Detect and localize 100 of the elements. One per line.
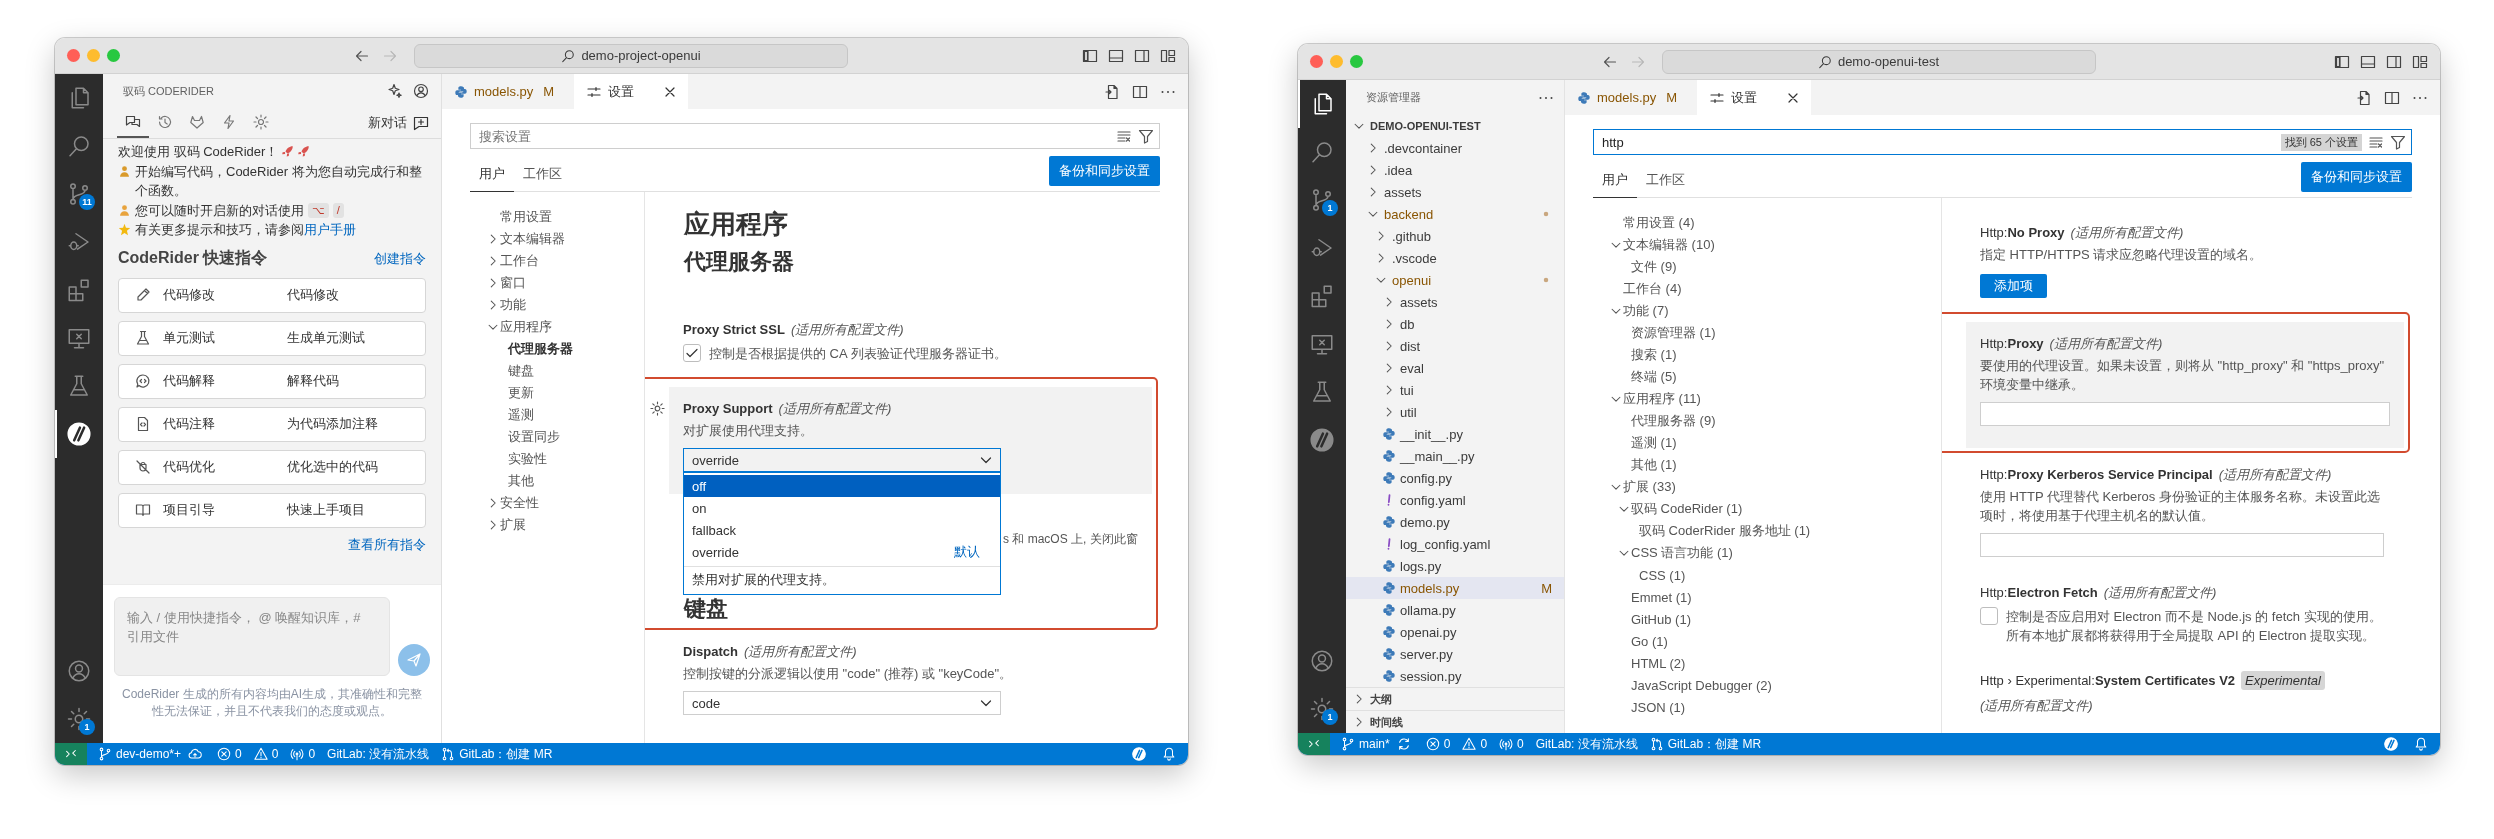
collapsed-section[interactable]: 大纲 xyxy=(1346,687,1564,710)
activity-bar-item[interactable]: 1 xyxy=(1298,176,1346,224)
toc-item[interactable]: JSON (1) xyxy=(1631,699,1686,715)
sparkle-icon[interactable] xyxy=(387,83,403,99)
command-center-search[interactable]: demo-openui-test xyxy=(1661,49,2096,74)
tree-item[interactable]: .idea xyxy=(1384,162,1552,178)
tree-item[interactable]: models.py xyxy=(1400,580,1538,596)
filter-icon[interactable] xyxy=(1138,128,1154,144)
toc-item[interactable]: 驭码 CoderRider 服务地址 (1) xyxy=(1639,522,1811,540)
workspace-folder[interactable]: DEMO-OPENUI-TEST xyxy=(1370,120,1481,132)
tree-item[interactable]: config.yaml xyxy=(1400,492,1552,508)
new-chat-button[interactable]: 新对话 xyxy=(368,114,429,132)
activity-bar-item[interactable]: 11 xyxy=(55,170,103,218)
toggle-secondary-sidebar-icon[interactable] xyxy=(2386,53,2402,70)
command-card[interactable]: 项目引导 快速上手项目 xyxy=(118,492,426,528)
activity-bar-item[interactable]: 1 xyxy=(55,695,103,743)
tree-item[interactable]: db xyxy=(1400,316,1552,332)
tree-item[interactable]: openai.py xyxy=(1400,624,1552,640)
warning-count[interactable]: 0 xyxy=(1457,737,1493,751)
tree-item[interactable]: util xyxy=(1400,404,1552,420)
toc-item[interactable]: 资源管理器 (1) xyxy=(1631,324,1716,342)
toc-item[interactable]: 搜索 (1) xyxy=(1631,346,1677,364)
toc-item[interactable]: 功能 (7) xyxy=(1623,302,1669,320)
scope-tab[interactable]: 工作区 xyxy=(1637,171,1694,198)
user-manual-link[interactable]: 用户手册 xyxy=(304,220,356,240)
open-settings-json-icon[interactable] xyxy=(2356,89,2372,106)
checkbox[interactable] xyxy=(1980,607,1998,625)
checkbox[interactable] xyxy=(683,344,701,362)
customize-layout-icon[interactable] xyxy=(1160,47,1176,64)
toc-item[interactable]: 遥测 xyxy=(508,406,534,424)
toggle-secondary-sidebar-icon[interactable] xyxy=(1134,47,1150,64)
toc-item[interactable]: 驭码 CodeRider (1) xyxy=(1631,500,1743,518)
editor-tab[interactable]: 设置 xyxy=(574,74,689,109)
sync-icon[interactable] xyxy=(1396,737,1411,751)
bell-icon[interactable] xyxy=(2414,737,2428,751)
error-count[interactable]: 0 xyxy=(212,747,247,761)
split-editor-icon[interactable] xyxy=(1132,83,1148,100)
branch-status[interactable]: main* xyxy=(1336,737,1395,751)
toc-item[interactable]: Emmet (1) xyxy=(1631,589,1692,605)
scope-tab[interactable]: 用户 xyxy=(470,165,514,192)
editor-tab[interactable]: models.py M xyxy=(442,74,575,109)
activity-bar-item[interactable]: 1 xyxy=(1298,685,1346,733)
remote-indicator[interactable] xyxy=(1298,733,1330,755)
tree-item[interactable]: backend xyxy=(1384,206,1536,222)
text-field[interactable] xyxy=(1980,402,2390,426)
tree-item[interactable]: dist xyxy=(1400,338,1552,354)
merge-request-status[interactable]: GitLab：创建 MR xyxy=(436,745,558,763)
toc-item[interactable]: 代理服务器 xyxy=(508,340,573,358)
toc-item[interactable]: GitHub (1) xyxy=(1631,611,1691,627)
branch-status[interactable]: dev-demo*+ xyxy=(93,747,187,761)
tree-item[interactable]: __main__.py xyxy=(1400,448,1552,464)
tree-item[interactable]: logs.py xyxy=(1400,558,1552,574)
toggle-panel-icon[interactable] xyxy=(2360,53,2376,70)
view-all-commands-link[interactable]: 查看所有指令 xyxy=(348,535,426,554)
filter-icon[interactable] xyxy=(2390,134,2406,150)
dropdown-option[interactable]: fallback xyxy=(684,519,1000,541)
tree-item[interactable]: .github xyxy=(1392,228,1552,244)
toc-item[interactable]: Go (1) xyxy=(1631,633,1668,649)
customize-layout-icon[interactable] xyxy=(2412,53,2428,70)
scope-tab[interactable]: 用户 xyxy=(1593,171,1637,198)
toc-item[interactable]: 代理服务器 (9) xyxy=(1631,412,1716,430)
clear-filter-icon[interactable] xyxy=(1116,128,1132,144)
toc-item[interactable]: 窗口 xyxy=(500,274,526,292)
toc-item[interactable]: CSS (1) xyxy=(1639,567,1686,583)
tree-item[interactable]: ollama.py xyxy=(1400,602,1552,618)
tree-item[interactable]: .devcontainer xyxy=(1384,140,1552,156)
backup-sync-button[interactable]: 备份和同步设置 xyxy=(2301,162,2412,192)
toc-item[interactable]: 工作台 xyxy=(500,252,539,270)
editor-tab[interactable]: models.py M xyxy=(1565,80,1698,115)
tree-item[interactable]: log_config.yaml xyxy=(1400,536,1552,552)
toc-item[interactable]: 功能 xyxy=(500,296,526,314)
command-card[interactable]: 代码优化 优化选中的代码 xyxy=(118,449,426,485)
dropdown[interactable]: override xyxy=(683,448,1001,472)
toc-item[interactable]: 应用程序 (11) xyxy=(1623,390,1701,408)
toc-item[interactable]: 实验性 xyxy=(508,450,547,468)
remote-indicator[interactable] xyxy=(55,743,87,765)
toc-item[interactable]: 常用设置 xyxy=(500,208,552,226)
split-editor-icon[interactable] xyxy=(2384,89,2400,106)
dropdown-option[interactable]: override 默认 xyxy=(684,541,1000,563)
ports-status[interactable]: 0 xyxy=(285,747,321,761)
text-field[interactable] xyxy=(1980,533,2384,557)
tree-item[interactable]: session.py xyxy=(1400,668,1552,684)
toc-item[interactable]: 常用设置 (4) xyxy=(1623,214,1695,232)
command-card[interactable]: 代码修改 代码修改 xyxy=(118,277,426,313)
chat-input-field[interactable]: 输入 / 使用快捷指令， @ 唤醒知识库，# 引用文件 xyxy=(114,597,390,676)
dropdown-option[interactable]: on xyxy=(684,497,1000,519)
dropdown-option[interactable]: off xyxy=(684,475,1000,497)
toc-item[interactable]: 扩展 xyxy=(500,516,526,534)
tree-item[interactable]: demo.py xyxy=(1400,514,1552,530)
pipeline-status[interactable]: GitLab: 没有流水线 xyxy=(322,745,435,763)
toggle-sidebar-icon[interactable] xyxy=(1082,47,1098,64)
backup-sync-button[interactable]: 备份和同步设置 xyxy=(1049,156,1160,186)
coderider-logo-icon[interactable] xyxy=(1132,747,1146,761)
ports-status[interactable]: 0 xyxy=(1494,737,1529,751)
add-item-button[interactable]: 添加项 xyxy=(1980,274,2047,298)
toc-item[interactable]: 终端 (5) xyxy=(1631,368,1677,386)
toc-item[interactable]: 其他 xyxy=(508,472,534,490)
tree-item[interactable]: eval xyxy=(1400,360,1552,376)
tree-item[interactable]: config.py xyxy=(1400,470,1552,486)
settings-search-field[interactable]: 搜索设置 xyxy=(470,123,1160,149)
